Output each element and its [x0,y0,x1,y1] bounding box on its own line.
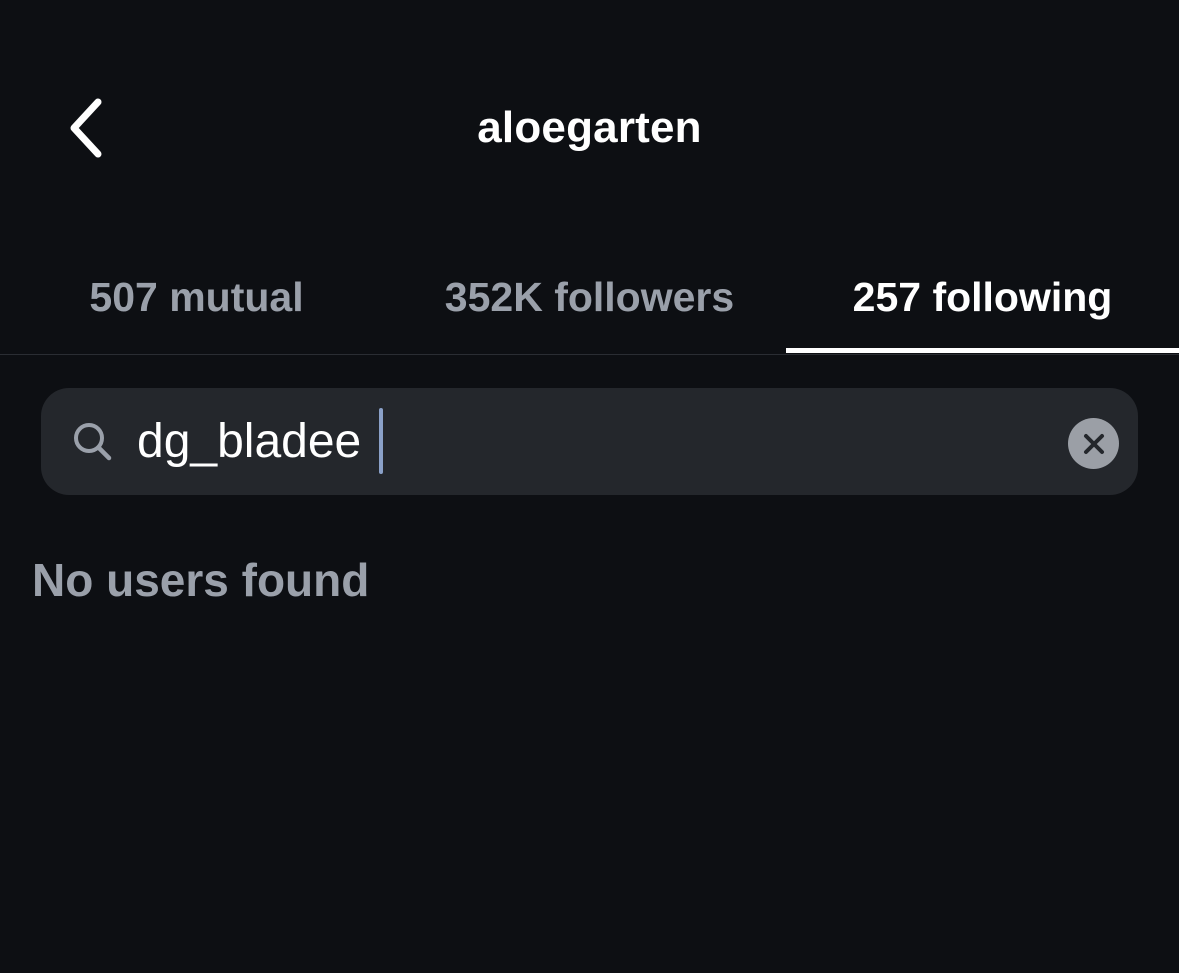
tabs-divider [0,354,1179,355]
search-icon [74,423,112,461]
tab-label: 257 following [852,273,1113,320]
tab-following[interactable]: 257 following [786,240,1179,354]
header: aloegarten [0,0,1179,240]
tab-label: 507 mutual [89,273,304,320]
tab-bar: 507 mutual 352K followers 257 following [0,240,1179,354]
search-input[interactable] [137,406,1037,476]
clear-search-button[interactable] [1068,418,1119,469]
close-icon [1083,433,1104,454]
page-title: aloegarten [477,103,702,152]
tab-mutual[interactable]: 507 mutual [0,240,393,354]
search-bar[interactable] [41,388,1138,495]
tab-label: 352K followers [444,273,735,320]
active-tab-indicator [786,348,1179,353]
tab-followers[interactable]: 352K followers [393,240,786,354]
empty-results-message: No users found [32,554,370,606]
text-cursor [379,408,383,474]
